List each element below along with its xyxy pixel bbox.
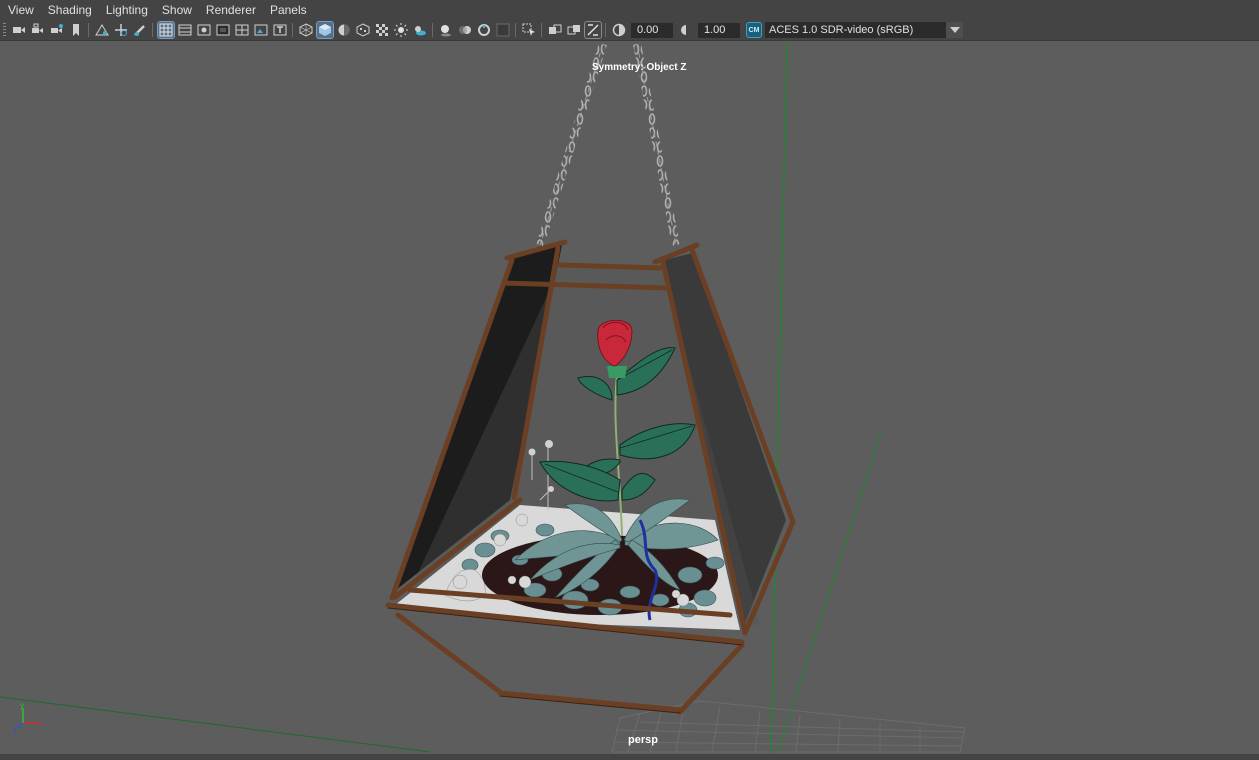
view-axis-gizmo: x y z [13, 701, 43, 735]
scene-render: x y z [0, 41, 966, 754]
menu-panels[interactable]: Panels [263, 0, 314, 20]
menu-show[interactable]: Show [155, 0, 199, 20]
view-transform-value: ACES 1.0 SDR-video (sRGB) [769, 24, 914, 36]
toolbar-separator [432, 23, 433, 37]
anti-aliasing-icon[interactable] [476, 22, 492, 38]
axis-label-y: y [20, 701, 24, 710]
isolate-select-icon[interactable] [521, 22, 537, 38]
menu-lighting[interactable]: Lighting [99, 0, 155, 20]
panel-toolbar: 0.00 1.00 CM ACES 1.0 SDR-video (sRGB) [0, 20, 1259, 41]
safe-title-icon[interactable] [272, 22, 288, 38]
view-transform-select[interactable]: ACES 1.0 SDR-video (sRGB) [765, 22, 963, 38]
field-chart-icon[interactable] [234, 22, 250, 38]
textured-icon[interactable] [355, 22, 371, 38]
world-z-axis-line [777, 431, 882, 753]
axis-label-z: z [13, 726, 17, 735]
resolution-gate-icon[interactable] [196, 22, 212, 38]
hanging-chains [536, 42, 680, 247]
camera-lock-icon[interactable] [30, 22, 46, 38]
use-all-lights-icon[interactable] [393, 22, 409, 38]
exposure-icon[interactable] [611, 22, 627, 38]
gate-mask-icon[interactable] [215, 22, 231, 38]
world-x-axis-line [0, 696, 431, 753]
default-material-icon[interactable] [336, 22, 352, 38]
shadows-icon[interactable] [412, 22, 428, 38]
image-plane-icon[interactable] [94, 22, 110, 38]
toolbar-separator [515, 23, 516, 37]
menu-shading[interactable]: Shading [41, 0, 99, 20]
camera-select-icon[interactable] [11, 22, 27, 38]
bottom-border [0, 754, 1259, 760]
motion-blur-icon[interactable] [457, 22, 473, 38]
toolbar-separator [152, 23, 153, 37]
camera-attributes-icon[interactable] [49, 22, 65, 38]
bookmark-icon[interactable] [68, 22, 84, 38]
axis-label-x: x [39, 719, 43, 728]
symmetry-label: Symmetry: Object Z [592, 62, 687, 73]
backface-culling-icon[interactable] [583, 21, 602, 39]
panel-menu-bar: View Shading Lighting Show Renderer Pane… [0, 0, 1259, 20]
perspective-viewport[interactable]: x y z [0, 41, 1259, 754]
menu-view[interactable]: View [0, 0, 41, 20]
depth-of-field-icon[interactable] [495, 22, 511, 38]
world-y-axis-line [770, 41, 788, 754]
menu-renderer[interactable]: Renderer [199, 0, 263, 20]
xray-active-icon[interactable] [566, 22, 582, 38]
grease-pencil-icon[interactable] [132, 22, 148, 38]
smooth-shade-icon[interactable] [315, 21, 334, 39]
xray-icon[interactable] [374, 22, 390, 38]
camera-name-label: persp [628, 734, 658, 746]
gamma-icon[interactable] [678, 22, 694, 38]
toolbar-separator [88, 23, 89, 37]
safe-action-icon[interactable] [253, 22, 269, 38]
grid-icon[interactable] [156, 21, 175, 39]
toolbar-grip[interactable] [3, 23, 6, 37]
screen-space-ao-icon[interactable] [438, 22, 454, 38]
exposure-field[interactable]: 0.00 [631, 22, 673, 38]
toolbar-separator [605, 23, 606, 37]
toolbar-separator [541, 23, 542, 37]
film-gate-icon[interactable] [177, 22, 193, 38]
2d-pan-zoom-icon[interactable] [113, 22, 129, 38]
color-management-icon[interactable]: CM [746, 22, 762, 38]
chevron-down-icon[interactable] [946, 22, 963, 38]
wireframe-icon[interactable] [298, 22, 314, 38]
toolbar-separator [292, 23, 293, 37]
gamma-field[interactable]: 1.00 [698, 22, 740, 38]
xray-joints-icon[interactable] [547, 22, 563, 38]
